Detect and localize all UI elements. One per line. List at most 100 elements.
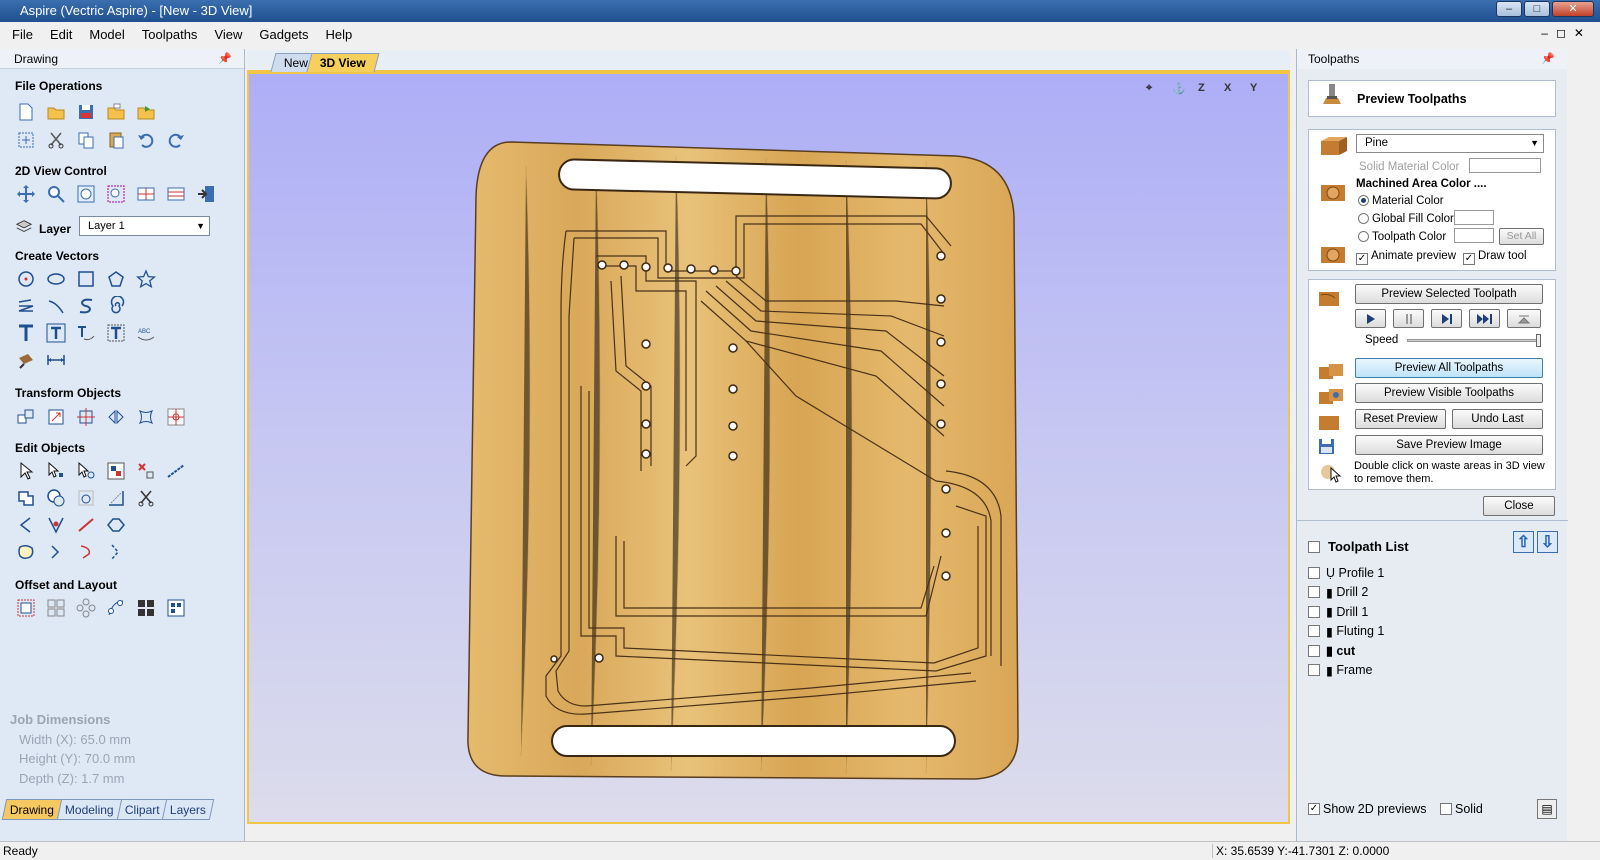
radio-material-color[interactable]: Material Color xyxy=(1358,195,1444,207)
dimensions-icon[interactable] xyxy=(45,349,67,371)
view-z-icon[interactable]: Z xyxy=(1198,82,1218,102)
solid-checkbox[interactable]: Solid xyxy=(1440,802,1483,816)
material-dropdown[interactable]: Pine ▼ xyxy=(1356,134,1544,153)
measure-icon[interactable] xyxy=(165,460,187,482)
preview-all-toolpaths-button[interactable]: Preview All Toolpaths xyxy=(1355,358,1543,378)
reset-preview-button[interactable]: Reset Preview xyxy=(1355,409,1446,429)
zoom-selected-icon[interactable] xyxy=(105,183,127,205)
toolpath-item-drill-1[interactable]: ▮ Drill 1 xyxy=(1308,602,1558,622)
offset-curve-icon[interactable] xyxy=(15,514,37,536)
align-icon[interactable] xyxy=(45,406,67,428)
menu-file[interactable]: File xyxy=(12,27,33,46)
save-preview-image-button[interactable]: Save Preview Image xyxy=(1355,435,1543,455)
radio-global-fill-color[interactable]: Global Fill Color xyxy=(1358,213,1454,225)
text-icon[interactable] xyxy=(15,322,37,344)
menu-gadgets[interactable]: Gadgets xyxy=(259,27,308,46)
cut-icon[interactable] xyxy=(45,129,67,151)
subtract-icon[interactable] xyxy=(45,487,67,509)
polygon-icon[interactable] xyxy=(105,268,127,290)
draw-tool-checkbox[interactable]: ✓ Draw tool xyxy=(1463,250,1527,265)
fillet-icon[interactable] xyxy=(105,487,127,509)
pan-icon[interactable] xyxy=(15,183,37,205)
open-file-icon[interactable] xyxy=(45,101,67,123)
solid-material-color-swatch[interactable] xyxy=(1469,158,1541,173)
view-x-icon[interactable]: X xyxy=(1224,82,1244,102)
close-window-button[interactable]: ✕ xyxy=(1552,1,1594,17)
text-box-icon[interactable] xyxy=(45,322,67,344)
paste-icon[interactable] xyxy=(105,129,127,151)
auto-layout-icon[interactable] xyxy=(165,597,187,619)
tab-3d-view[interactable]: 3D View xyxy=(306,53,380,72)
text-frame-icon[interactable] xyxy=(105,322,127,344)
array-copy-icon[interactable] xyxy=(45,597,67,619)
rulers-icon[interactable] xyxy=(165,183,187,205)
bitmap-trace-icon[interactable] xyxy=(15,349,37,371)
save-icon[interactable] xyxy=(75,101,97,123)
set-size-icon[interactable] xyxy=(165,406,187,428)
import-icon[interactable] xyxy=(105,101,127,123)
menu-model[interactable]: Model xyxy=(89,27,124,46)
tab-drawing[interactable]: Drawing xyxy=(1,799,63,820)
center-icon[interactable] xyxy=(75,406,97,428)
show-2d-previews-checkbox[interactable]: ✓ Show 2D previews xyxy=(1308,802,1427,816)
copy-icon[interactable] xyxy=(75,129,97,151)
view-y-icon[interactable]: Y xyxy=(1250,82,1270,102)
global-fill-color-swatch[interactable] xyxy=(1454,210,1494,225)
join-icon[interactable] xyxy=(45,541,67,563)
switch-view-icon[interactable] xyxy=(195,183,217,205)
pin-icon[interactable]: 📌 xyxy=(1541,52,1555,65)
new-file-icon[interactable] xyxy=(15,101,37,123)
job-setup-icon[interactable] xyxy=(15,129,37,151)
trim-icon[interactable] xyxy=(135,487,157,509)
node-add-icon[interactable] xyxy=(45,514,67,536)
spiral-icon[interactable] xyxy=(105,295,127,317)
circular-array-icon[interactable] xyxy=(75,597,97,619)
text-arc-icon[interactable]: ABC xyxy=(135,322,157,344)
toolpath-item-drill-2[interactable]: ▮ Drill 2 xyxy=(1308,583,1558,603)
toolpath-item-fluting-1[interactable]: ▮ Fluting 1 xyxy=(1308,622,1558,642)
radio-toolpath-color[interactable]: Toolpath Color xyxy=(1358,231,1446,243)
fast-forward-icon[interactable] xyxy=(1469,309,1500,328)
maximize-button[interactable]: □ xyxy=(1524,1,1550,17)
pin-icon[interactable]: 📌 xyxy=(218,52,232,65)
preview-selected-toolpath-button[interactable]: Preview Selected Toolpath xyxy=(1355,284,1543,304)
interactive-select-icon[interactable] xyxy=(75,460,97,482)
grid-view-icon[interactable] xyxy=(135,183,157,205)
step-forward-icon[interactable] xyxy=(1431,309,1462,328)
speed-slider-thumb[interactable] xyxy=(1536,334,1541,347)
group-icon[interactable] xyxy=(105,460,127,482)
mirror-icon[interactable] xyxy=(105,406,127,428)
node-edit-icon[interactable] xyxy=(45,460,67,482)
animate-preview-checkbox[interactable]: ✓ Animate preview xyxy=(1356,250,1456,265)
intersect-icon[interactable] xyxy=(75,487,97,509)
skip-to-end-icon[interactable] xyxy=(1507,309,1541,328)
smooth-icon[interactable] xyxy=(15,541,37,563)
scale-icon[interactable] xyxy=(135,406,157,428)
arc-icon[interactable] xyxy=(45,295,67,317)
polyline-icon[interactable] xyxy=(15,295,37,317)
extend-icon[interactable] xyxy=(75,514,97,536)
curve-icon[interactable] xyxy=(75,295,97,317)
zoom-icon[interactable] xyxy=(45,183,67,205)
speed-slider[interactable] xyxy=(1407,334,1541,347)
close-vector-icon[interactable] xyxy=(105,514,127,536)
break-icon[interactable] xyxy=(105,541,127,563)
tab-clipart[interactable]: Clipart xyxy=(116,799,168,820)
toolpath-item-cut[interactable]: ▮ cut xyxy=(1308,641,1558,661)
view-fit-icon[interactable]: ⌖ xyxy=(1146,82,1166,102)
ungroup-icon[interactable] xyxy=(135,460,157,482)
curve-fit-icon[interactable] xyxy=(75,541,97,563)
menu-toolpaths[interactable]: Toolpaths xyxy=(142,27,198,46)
set-all-button[interactable]: Set All xyxy=(1499,228,1544,245)
play-icon[interactable] xyxy=(1355,309,1386,328)
move-up-icon[interactable]: ⇧ xyxy=(1513,531,1534,553)
close-button[interactable]: Close xyxy=(1483,496,1555,516)
3d-view-canvas[interactable]: ⌖ ⚓ Z X Y xyxy=(247,72,1290,824)
menu-view[interactable]: View xyxy=(214,27,242,46)
tab-modeling[interactable]: Modeling xyxy=(56,799,122,820)
mdi-controls[interactable]: –◻✕ xyxy=(1541,26,1592,40)
rectangle-icon[interactable] xyxy=(75,268,97,290)
text-on-curve-icon[interactable] xyxy=(75,322,97,344)
zoom-extents-icon[interactable] xyxy=(75,183,97,205)
view-iso-icon[interactable]: ⚓ xyxy=(1172,82,1192,102)
